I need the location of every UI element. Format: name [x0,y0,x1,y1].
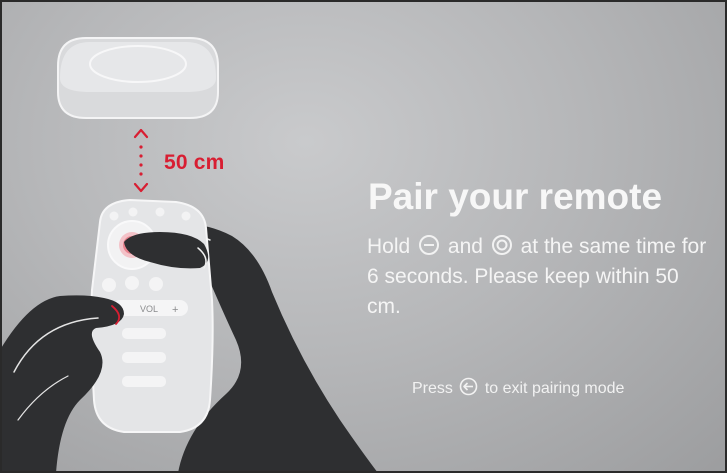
pairing-instructions: Hold and at the same time for 6 seconds.… [367,232,707,322]
target-circle-icon [491,235,512,255]
hold-text: Hold [367,235,411,258]
distance-indicator [133,128,149,193]
exit-text: to exit pairing mode [484,380,625,397]
minus-circle-icon [419,235,440,255]
page-title: Pair your remote [368,176,663,217]
remote-vol-label: VOL [140,304,158,314]
remote-vol-plus: + [172,304,178,316]
distance-label: 50 cm [164,151,225,174]
tv-box-icon [57,37,219,119]
press-text: Press [412,380,453,397]
and-text: and [447,235,483,258]
pairing-screen: VOL + 50 cm Pair your remote Hold and at… [0,0,727,473]
exit-pairing-hint: Press to exit pairing mode [412,377,624,398]
back-arrow-circle-icon [460,377,478,396]
